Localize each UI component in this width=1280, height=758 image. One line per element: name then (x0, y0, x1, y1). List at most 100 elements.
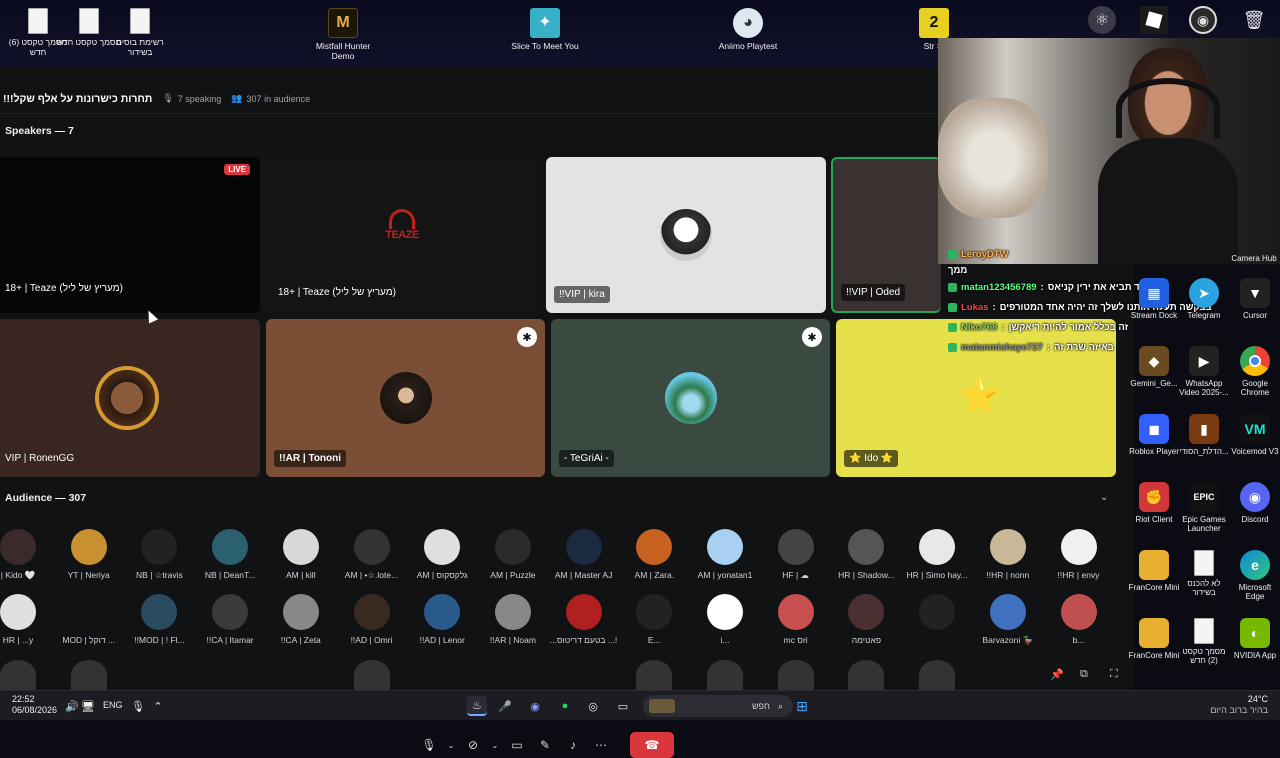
recycle-bin-icon[interactable]: 🗑 (1240, 6, 1268, 34)
discord-taskbar-icon[interactable]: ◉ (525, 696, 545, 716)
clock[interactable]: 22:52 06/08/2026 (12, 694, 57, 716)
audience-member[interactable]: AM | Puzzle (478, 529, 548, 580)
speaker-tile[interactable]: !!VIP | kira (546, 157, 826, 313)
mic-app-taskbar-icon[interactable]: 🎤 (495, 696, 515, 716)
audience-member[interactable]: !!CA | Itamar (195, 594, 265, 645)
desktop-icon-stream-dock[interactable]: ▦ Stream Dock (1128, 278, 1180, 320)
audience-member[interactable]: mc סri (761, 594, 831, 645)
audience-member[interactable]: ...בטעם דריטוס ...! (549, 594, 619, 645)
audience-member[interactable]: AM | •☆.lote... (337, 529, 407, 581)
desktop-icon-cursor[interactable]: ▼ Cursor (1229, 278, 1280, 320)
speaker-tile[interactable]: !!VIP | Oded (831, 157, 941, 313)
weather-widget[interactable]: 24°C בהיר ברוב היום (1210, 694, 1268, 716)
desktop-icon-mistfall[interactable]: M Mistfall Hunter Demo (308, 4, 378, 61)
avatar[interactable] (0, 660, 36, 690)
pin-icon[interactable]: 📌 (1050, 668, 1064, 681)
camera-options-chevron-icon[interactable]: ⌄ (490, 734, 500, 756)
audience-member[interactable]: פאטימה (831, 594, 901, 645)
audience-member[interactable]: AM | Zara. (619, 529, 689, 580)
desktop-icon-whatsapp-video[interactable]: ▶ WhatsApp Video 2025-... (1178, 346, 1230, 397)
desktop-icon-camera-hub[interactable]: Camera Hub (1228, 244, 1280, 263)
leave-stage-button[interactable]: ☎ (630, 732, 674, 758)
audience-member[interactable]: HR | ...y (0, 594, 53, 645)
audience-member[interactable]: MOD | דוקל ... (54, 594, 124, 645)
audience-member[interactable]: !!HR | nonn (973, 529, 1043, 580)
chrome-taskbar-icon[interactable]: ◎ (583, 696, 603, 716)
speaker-tile[interactable]: LIVE 18+ | Teaze (מעריץ של ליל) (0, 157, 260, 313)
audience-member[interactable]: AM | yonatan1 (690, 529, 760, 580)
speaker-tile[interactable]: VIP | RonenGG (0, 319, 260, 477)
audience-member[interactable]: HR | Simo hay... (902, 529, 972, 580)
speaker-tile[interactable]: ✱ - TeGriAi - (551, 319, 830, 477)
audience-member[interactable]: b... (1044, 594, 1114, 645)
desktop-icon-francore-1[interactable]: FranCore Mini (1128, 550, 1180, 592)
spotify-taskbar-icon[interactable]: ● (555, 696, 575, 716)
desktop-icon-francore-2[interactable]: FranCore Mini (1128, 618, 1180, 660)
microphone-tray-icon[interactable]: 🎙 (128, 696, 148, 716)
desktop-icon-edge[interactable]: e Microsoft Edge (1229, 550, 1280, 601)
avatar[interactable] (70, 660, 107, 690)
audience-member[interactable]: !!MOD | ! Fl... (124, 594, 194, 645)
desktop-icon-voicemod[interactable]: VM Voicemod V3 (1229, 414, 1280, 456)
audience-member[interactable]: HR | Shadow... (831, 529, 901, 580)
avatar[interactable] (919, 660, 956, 690)
mic-options-chevron-icon[interactable]: ⌄ (446, 734, 456, 756)
desktop-icon-gemini[interactable]: ◆ Gemini_Ge... (1128, 346, 1180, 388)
audience-member[interactable]: !!AD | Lenor (407, 594, 477, 645)
desktop-icon-text-doc-2[interactable]: מסמך טקסט (2) חדש (1178, 618, 1230, 665)
desktop-icon-no-enter[interactable]: לא להכנס בשידור (1178, 550, 1230, 597)
audience-member[interactable]: YT | Neriya (54, 529, 124, 580)
steam-taskbar-icon[interactable]: ♨ (467, 696, 487, 716)
windows-start-icon[interactable]: ⊞ (792, 696, 812, 716)
popout-icon[interactable]: ⧉ (1080, 668, 1088, 681)
soundboard-button[interactable]: ♪ (562, 734, 584, 756)
avatar[interactable] (353, 660, 390, 690)
desktop-icon-nvidia[interactable]: ◐ NVIDIA App (1229, 618, 1280, 660)
audience-member[interactable]: !!HR | envy (1044, 529, 1114, 580)
tray-chevron-up-icon[interactable]: ⌃ (148, 696, 168, 716)
roblox-studio-icon[interactable] (1140, 6, 1168, 34)
audience-member[interactable]: HF | ☁ (761, 529, 831, 581)
desktop-icon-slice[interactable]: ✦ Slice To Meet You (510, 4, 580, 51)
speaker-tile[interactable]: TEAZE 18+ | Teaze (מעריץ של ליל) (261, 157, 541, 313)
activity-button[interactable]: ✎ (534, 734, 556, 756)
audience-member[interactable]: | Kido 🤍 (0, 529, 53, 581)
collapse-chevron-icon[interactable]: ⌄ (1100, 492, 1108, 503)
network-icon[interactable]: 🖥 (78, 696, 98, 716)
audience-member[interactable] (902, 594, 972, 635)
language-indicator[interactable]: ENG (103, 700, 123, 710)
more-options-button[interactable]: ⋯ (590, 734, 612, 756)
desktop-icon-telegram[interactable]: ➤ Telegram (1178, 278, 1230, 320)
audience-member[interactable]: NB | DeanT... (195, 529, 265, 580)
avatar[interactable] (636, 660, 673, 690)
audience-member[interactable]: AM | kill (266, 529, 336, 580)
desktop-icon-epic[interactable]: EPIC Epic Games Launcher (1178, 482, 1230, 533)
taskbar-search-box[interactable]: חפש ⌕ (643, 695, 793, 717)
audience-member[interactable]: NB | ☆travis (124, 529, 194, 581)
avatar[interactable] (848, 660, 885, 690)
audience-member[interactable]: !!AR | Noam (478, 594, 548, 645)
avatar[interactable] (707, 660, 743, 690)
audience-member[interactable]: E... (619, 594, 689, 645)
audience-member[interactable]: AM | Master AJ (549, 529, 619, 580)
desktop-icon-boss-list[interactable]: רשימת בוסים בשידור (105, 4, 175, 57)
audience-member[interactable]: !!CA | Zeta (266, 594, 336, 645)
desktop-icon-discord[interactable]: ◉ Discord (1229, 482, 1280, 524)
obs-icon[interactable]: ◉ (1189, 6, 1217, 34)
desktop-icon-secret-door[interactable]: ▮ הדלת_הסודי... (1178, 414, 1230, 456)
audience-member[interactable]: !!AD | Omri (337, 594, 407, 645)
desktop-icon-chrome[interactable]: Google Chrome (1229, 346, 1280, 397)
fullscreen-icon[interactable]: ⛶ (1110, 668, 1118, 681)
audience-member[interactable]: AM | גלקסקוס (407, 529, 477, 580)
screen-share-button[interactable]: ▭ (506, 734, 528, 756)
desktop-icon-aniimo[interactable]: ◕ Aniimo Playtest (713, 4, 783, 51)
atom-icon[interactable]: ⚛ (1088, 6, 1116, 34)
window-taskbar-icon[interactable]: ▭ (613, 696, 633, 716)
desktop-icon-riot[interactable]: ✊ Riot Client (1128, 482, 1180, 524)
microphone-button[interactable]: 🎙 (418, 734, 440, 756)
desktop-icon-roblox[interactable]: ◼ Roblox Player (1128, 414, 1180, 456)
audience-member[interactable]: Barvazoni 🦆 (973, 594, 1043, 646)
camera-off-button[interactable]: ⊘ (462, 734, 484, 756)
audience-member[interactable]: i... (690, 594, 760, 645)
speaker-tile[interactable]: ✱ !!AR | Tononi (266, 319, 545, 477)
